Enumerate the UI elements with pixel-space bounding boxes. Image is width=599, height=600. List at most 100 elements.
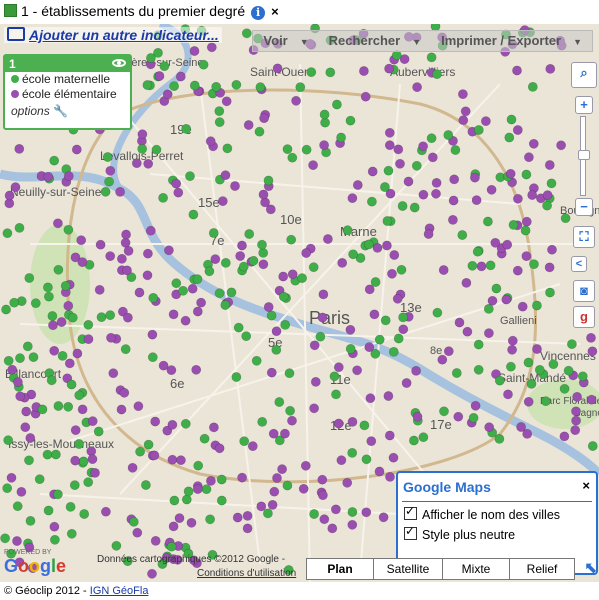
map-type-relief[interactable]: Relief <box>509 559 574 579</box>
school-marker-elementaire <box>134 287 145 298</box>
school-marker-elementaire <box>76 235 87 246</box>
school-marker-elementaire <box>385 471 395 482</box>
zoom-out-button[interactable]: − <box>575 198 593 216</box>
school-marker-maternelle <box>297 273 307 283</box>
school-marker-maternelle <box>60 280 71 291</box>
school-marker-elementaire <box>412 411 423 422</box>
map-type-mixte[interactable]: Mixte <box>442 559 509 579</box>
school-marker-maternelle <box>181 124 192 134</box>
zoom-slider-handle[interactable] <box>578 150 590 160</box>
school-marker-maternelle <box>185 171 195 181</box>
school-marker-maternelle <box>285 405 295 416</box>
school-marker-maternelle <box>282 480 293 491</box>
add-indicator-link[interactable]: Ajouter un autre indicateur... <box>4 27 222 43</box>
school-marker-elementaire <box>527 190 538 200</box>
school-marker-elementaire <box>20 422 31 433</box>
terms-link[interactable]: Conditions d'utilisation <box>197 568 296 579</box>
info-icon[interactable]: i <box>251 6 266 20</box>
school-marker-maternelle <box>53 264 64 275</box>
school-marker-elementaire <box>15 391 26 402</box>
school-marker-maternelle <box>208 228 219 238</box>
ign-geofla-link[interactable]: IGN GéoFla <box>90 585 149 597</box>
map-type-satellite[interactable]: Satellite <box>373 559 442 579</box>
school-marker-elementaire <box>384 430 395 441</box>
zoom-box-icon[interactable]: ⌕ <box>571 62 597 88</box>
school-marker-elementaire <box>384 127 395 138</box>
school-marker-elementaire <box>327 523 338 534</box>
school-marker-maternelle <box>147 352 158 363</box>
legend-options-link[interactable]: options 🔧 <box>5 102 130 120</box>
print-export-menu[interactable]: Imprimer / Exporter ▼ <box>431 33 592 48</box>
close-icon[interactable]: × <box>582 478 590 493</box>
school-marker-maternelle <box>483 303 494 314</box>
fullscreen-icon[interactable]: ⛶ <box>573 226 595 248</box>
close-icon[interactable]: × <box>271 4 279 19</box>
school-marker-elementaire <box>272 63 283 74</box>
map-toolbar: Voir ▼ Rechercher ▼ Imprimer / Exporter ▼ <box>252 30 593 52</box>
camera-icon[interactable]: ◙ <box>573 280 595 302</box>
map-type-plan[interactable]: Plan <box>307 559 373 579</box>
school-marker-elementaire <box>319 140 329 150</box>
view-menu[interactable]: Voir ▼ <box>253 33 318 48</box>
school-marker-elementaire <box>490 237 501 248</box>
school-marker-elementaire <box>21 406 32 417</box>
school-marker-elementaire <box>77 404 88 415</box>
school-marker-elementaire <box>453 411 464 422</box>
school-marker-elementaire <box>360 91 371 102</box>
school-marker-maternelle <box>527 82 538 92</box>
school-marker-maternelle <box>83 477 94 488</box>
school-marker-maternelle <box>520 225 531 236</box>
school-marker-maternelle <box>347 507 358 517</box>
school-marker-maternelle <box>388 346 399 357</box>
school-marker-elementaire <box>162 89 173 100</box>
map-view[interactable]: Asnières-sur-SeineSaint-OuenAubervillier… <box>0 24 599 582</box>
school-marker-maternelle <box>266 310 277 321</box>
search-menu[interactable]: Rechercher ▼ <box>319 33 431 48</box>
checkbox-checked[interactable] <box>404 524 417 540</box>
wrench-icon: 🔧 <box>53 104 68 118</box>
school-marker-elementaire <box>395 158 405 169</box>
school-marker-maternelle <box>263 175 274 186</box>
school-marker-elementaire <box>366 436 377 446</box>
school-marker-maternelle <box>231 79 242 90</box>
school-marker-elementaire <box>291 95 301 106</box>
collapse-arrow-icon[interactable]: < <box>571 256 587 272</box>
school-marker-maternelle <box>214 106 225 116</box>
school-marker-elementaire <box>512 65 522 76</box>
school-marker-maternelle <box>345 343 356 354</box>
school-marker-maternelle <box>567 339 577 349</box>
school-marker-maternelle <box>370 277 381 287</box>
school-marker-maternelle <box>120 344 131 354</box>
zoom-in-button[interactable]: + <box>575 96 593 114</box>
street-1 <box>119 83 501 495</box>
school-marker-maternelle <box>181 494 192 505</box>
school-marker-elementaire <box>143 158 154 169</box>
chevron-down-icon: ▼ <box>299 37 309 47</box>
school-marker-maternelle <box>220 257 231 268</box>
school-marker-elementaire <box>168 309 179 320</box>
neutral-style-option[interactable]: Style plus neutre <box>398 522 596 542</box>
school-marker-elementaire <box>191 364 202 375</box>
school-marker-maternelle <box>15 353 25 363</box>
school-marker-maternelle <box>50 534 60 545</box>
checkbox-checked[interactable] <box>404 504 417 520</box>
school-marker-elementaire <box>235 251 246 261</box>
show-city-names-option[interactable]: Afficher le nom des villes <box>398 502 596 522</box>
school-marker-maternelle <box>426 133 437 144</box>
zoom-controls: ⌕ + − ⛶ < ◙ g <box>565 58 597 328</box>
school-marker-elementaire <box>387 268 397 279</box>
pegman-icon[interactable]: ⬉ <box>584 558 597 578</box>
school-marker-elementaire <box>133 401 144 412</box>
school-marker-maternelle <box>231 372 242 382</box>
school-marker-elementaire <box>570 425 581 435</box>
school-marker-elementaire <box>272 473 282 483</box>
school-marker-maternelle <box>320 117 330 128</box>
eye-icon[interactable] <box>112 59 126 67</box>
google-maps-icon[interactable]: g <box>573 306 595 328</box>
place-label: 15e <box>198 195 220 210</box>
footer-copyright: © Géoclip 2012 - <box>4 585 90 597</box>
school-marker-elementaire <box>12 536 22 546</box>
school-marker-elementaire <box>158 360 169 371</box>
school-marker-elementaire <box>242 523 253 534</box>
school-marker-maternelle <box>233 322 244 333</box>
